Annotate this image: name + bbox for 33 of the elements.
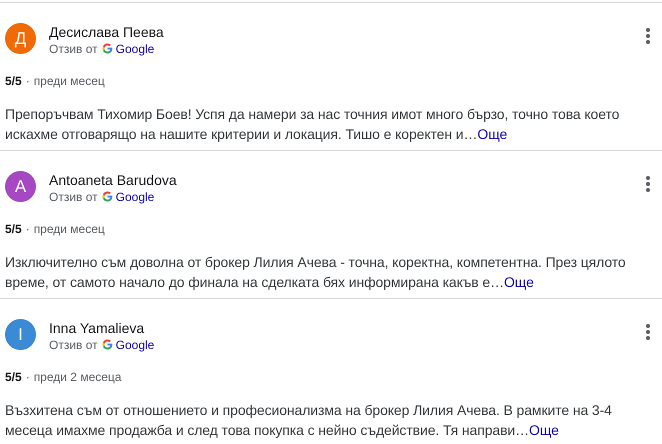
review-text: Изключително съм доволна от брокер Лилия Ачева - точна, коректна, компетентна. През цялото време, от самото начало до финала на сделката бях информирана какъв е…Още [5,253,627,292]
rating: 5/5 [5,74,22,88]
reviewer-name: Десислава Пеева [49,23,165,41]
source-link[interactable]: Google [116,190,154,204]
review-time: преди 2 месеца [34,370,122,384]
source-link[interactable]: Google [116,42,154,56]
more-options-icon[interactable] [646,176,650,192]
more-options-icon[interactable] [646,324,650,340]
reviewer-name: Inna Yamalieva [49,319,146,337]
reviewer-name: Antoaneta Barudova [49,171,178,189]
source-label: Отзив от [49,42,98,56]
separator-dot: · [26,370,30,384]
rating: 5/5 [5,222,22,236]
google-icon [102,191,113,202]
review-text: Препоръчвам Тихомир Боев! Успя да намери за нас точния имот много бързо, точно това което искахме отговарящо на нашите критерии и локация. Тишо е коректен и…Още [5,105,620,144]
source-label: Отзив от [49,338,98,352]
avatar: Д [5,23,36,54]
review-time: преди месец [34,222,105,236]
review-time: преди месец [34,74,105,88]
review-text: Възхитена съм от отношението и професионализма на брокер Лилия Ачева. В рамките на 3-4 месеца имахме продажба и след това покупка с нейно съдействие. Тя направи…Още [5,401,613,440]
source-label: Отзив от [49,190,98,204]
google-icon [102,339,113,350]
avatar: A [5,171,36,202]
rating: 5/5 [5,370,22,384]
more-link[interactable]: Още [504,274,534,290]
avatar: I [5,319,36,350]
more-link[interactable]: Още [529,422,559,438]
more-link[interactable]: Още [477,126,508,142]
source-link[interactable]: Google [116,338,154,352]
more-options-icon[interactable] [646,28,650,44]
google-icon [102,43,113,54]
separator-dot: · [26,74,30,88]
separator-dot: · [26,222,30,236]
